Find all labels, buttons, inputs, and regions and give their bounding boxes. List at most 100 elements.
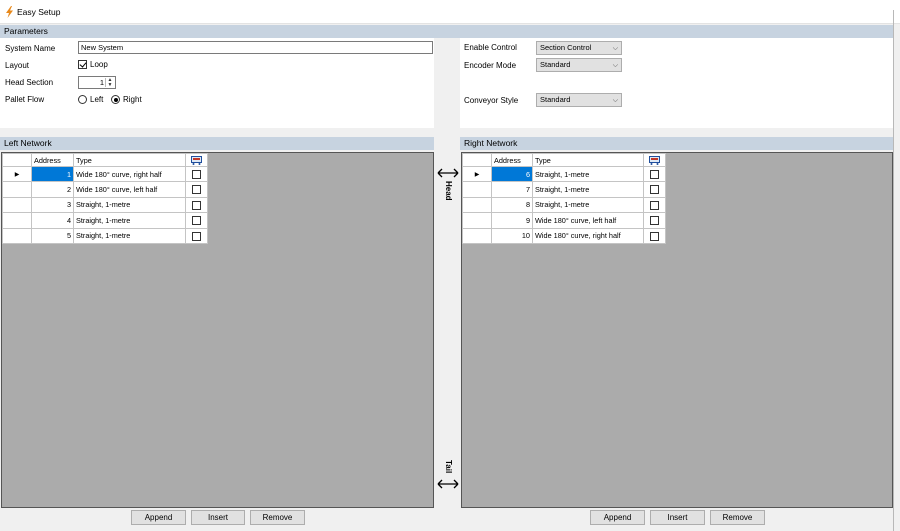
type-cell[interactable]: Wide 180° curve, left half bbox=[73, 181, 186, 198]
head-section-spinner[interactable]: 1 ▲ ▼ bbox=[78, 76, 116, 89]
address-cell[interactable]: 7 bbox=[491, 181, 533, 198]
type-column-header[interactable]: Type bbox=[532, 153, 644, 167]
row-header[interactable] bbox=[2, 227, 32, 244]
address-column-header[interactable]: Address bbox=[491, 153, 533, 167]
spin-down-icon[interactable]: ▼ bbox=[106, 82, 114, 88]
head-section-value: 1 bbox=[99, 78, 104, 87]
pallet-flow-right-radio[interactable] bbox=[111, 95, 120, 104]
address-cell[interactable]: 10 bbox=[491, 227, 533, 244]
lightning-icon bbox=[6, 6, 13, 18]
address-cell[interactable]: 9 bbox=[491, 212, 533, 229]
row-header[interactable] bbox=[462, 212, 492, 229]
row-checkbox[interactable] bbox=[650, 216, 659, 226]
conveyor-icon bbox=[191, 155, 202, 165]
table-row[interactable]: ▶ 6 Straight, 1-metre bbox=[462, 165, 666, 183]
current-row-indicator-icon[interactable]: ▶ bbox=[2, 165, 32, 183]
row-header[interactable] bbox=[2, 181, 32, 198]
window-title: Easy Setup bbox=[17, 7, 61, 17]
encoder-mode-value: Standard bbox=[540, 60, 571, 69]
conveyor-column-header[interactable] bbox=[185, 153, 208, 167]
table-row[interactable]: 7 Straight, 1-metre bbox=[462, 181, 666, 198]
system-name-input[interactable]: New System bbox=[78, 41, 433, 54]
head-label: Head bbox=[444, 181, 453, 201]
row-header-corner bbox=[462, 153, 492, 167]
address-column-header[interactable]: Address bbox=[31, 153, 74, 167]
pallet-flow-left-label: Left bbox=[90, 95, 104, 104]
table-row[interactable]: 8 Straight, 1-metre bbox=[462, 196, 666, 214]
row-checkbox-cell[interactable] bbox=[185, 212, 208, 229]
address-cell[interactable]: 5 bbox=[31, 227, 74, 244]
type-cell[interactable]: Straight, 1-metre bbox=[532, 165, 644, 183]
table-row[interactable]: 5 Straight, 1-metre bbox=[2, 227, 208, 244]
type-cell[interactable]: Wide 180° curve, right half bbox=[532, 227, 644, 244]
row-checkbox[interactable] bbox=[650, 169, 659, 179]
left-network-grid[interactable]: Address Type ▶ 1 Wide 180° curve, right … bbox=[1, 152, 434, 508]
row-checkbox[interactable] bbox=[192, 200, 201, 210]
row-checkbox-cell[interactable] bbox=[643, 165, 666, 183]
left-insert-button[interactable]: Insert bbox=[191, 510, 245, 525]
row-checkbox[interactable] bbox=[650, 231, 659, 241]
address-cell[interactable]: 4 bbox=[31, 212, 74, 229]
right-insert-button[interactable]: Insert bbox=[650, 510, 705, 525]
window-edge bbox=[893, 10, 894, 531]
type-cell[interactable]: Straight, 1-metre bbox=[73, 212, 186, 229]
conveyor-column-header[interactable] bbox=[643, 153, 666, 167]
row-header[interactable] bbox=[462, 227, 492, 244]
row-checkbox[interactable] bbox=[650, 200, 659, 210]
row-checkbox-cell[interactable] bbox=[185, 181, 208, 198]
row-checkbox-cell[interactable] bbox=[643, 212, 666, 229]
type-cell[interactable]: Straight, 1-metre bbox=[73, 196, 186, 214]
table-row[interactable]: 2 Wide 180° curve, left half bbox=[2, 181, 208, 198]
row-header[interactable] bbox=[462, 196, 492, 214]
row-checkbox-cell[interactable] bbox=[643, 181, 666, 198]
row-header[interactable] bbox=[2, 212, 32, 229]
conveyor-style-label: Conveyor Style bbox=[464, 96, 519, 105]
conveyor-style-dropdown[interactable]: Standard ⌵ bbox=[536, 93, 622, 107]
row-checkbox-cell[interactable] bbox=[643, 196, 666, 214]
type-cell[interactable]: Wide 180° curve, right half bbox=[73, 165, 186, 183]
encoder-mode-dropdown[interactable]: Standard ⌵ bbox=[536, 58, 622, 72]
loop-checkbox[interactable] bbox=[78, 60, 87, 69]
row-checkbox-cell[interactable] bbox=[185, 165, 208, 183]
row-checkbox[interactable] bbox=[650, 185, 659, 195]
table-row[interactable]: 9 Wide 180° curve, left half bbox=[462, 212, 666, 229]
row-checkbox-cell[interactable] bbox=[643, 227, 666, 244]
type-cell[interactable]: Wide 180° curve, left half bbox=[532, 212, 644, 229]
tail-label: Tail bbox=[444, 460, 453, 474]
enable-control-dropdown[interactable]: Section Control ⌵ bbox=[536, 41, 622, 55]
conveyor-style-value: Standard bbox=[540, 95, 571, 104]
table-row[interactable]: 10 Wide 180° curve, right half bbox=[462, 227, 666, 244]
table-row[interactable]: 4 Straight, 1-metre bbox=[2, 212, 208, 229]
row-checkbox[interactable] bbox=[192, 185, 201, 195]
system-name-label: System Name bbox=[5, 44, 56, 53]
address-cell[interactable]: 2 bbox=[31, 181, 74, 198]
encoder-mode-label: Encoder Mode bbox=[464, 61, 517, 70]
current-row-indicator-icon[interactable]: ▶ bbox=[462, 165, 492, 183]
address-cell[interactable]: 1 bbox=[31, 165, 74, 183]
pallet-flow-left-radio[interactable] bbox=[78, 95, 87, 104]
row-checkbox-cell[interactable] bbox=[185, 227, 208, 244]
address-cell[interactable]: 6 bbox=[491, 165, 533, 183]
right-remove-button[interactable]: Remove bbox=[710, 510, 765, 525]
type-cell[interactable]: Straight, 1-metre bbox=[532, 196, 644, 214]
type-column-header[interactable]: Type bbox=[73, 153, 186, 167]
row-checkbox[interactable] bbox=[192, 169, 201, 179]
address-cell[interactable]: 3 bbox=[31, 196, 74, 214]
row-header[interactable] bbox=[2, 196, 32, 214]
row-checkbox[interactable] bbox=[192, 216, 201, 226]
parameters-header: Parameters bbox=[0, 25, 893, 38]
right-network-grid[interactable]: Address Type ▶ 6 Straight, 1-metre 7 Str… bbox=[461, 152, 893, 508]
address-cell[interactable]: 8 bbox=[491, 196, 533, 214]
left-append-button[interactable]: Append bbox=[131, 510, 186, 525]
table-row[interactable]: 3 Straight, 1-metre bbox=[2, 196, 208, 214]
row-checkbox-cell[interactable] bbox=[185, 196, 208, 214]
row-header[interactable] bbox=[462, 181, 492, 198]
table-row[interactable]: ▶ 1 Wide 180° curve, right half bbox=[2, 165, 208, 183]
right-append-button[interactable]: Append bbox=[590, 510, 645, 525]
type-cell[interactable]: Straight, 1-metre bbox=[73, 227, 186, 244]
type-cell[interactable]: Straight, 1-metre bbox=[532, 181, 644, 198]
row-checkbox[interactable] bbox=[192, 231, 201, 241]
spinner-buttons[interactable]: ▲ ▼ bbox=[105, 78, 114, 87]
double-arrow-icon bbox=[437, 479, 459, 489]
left-remove-button[interactable]: Remove bbox=[250, 510, 305, 525]
